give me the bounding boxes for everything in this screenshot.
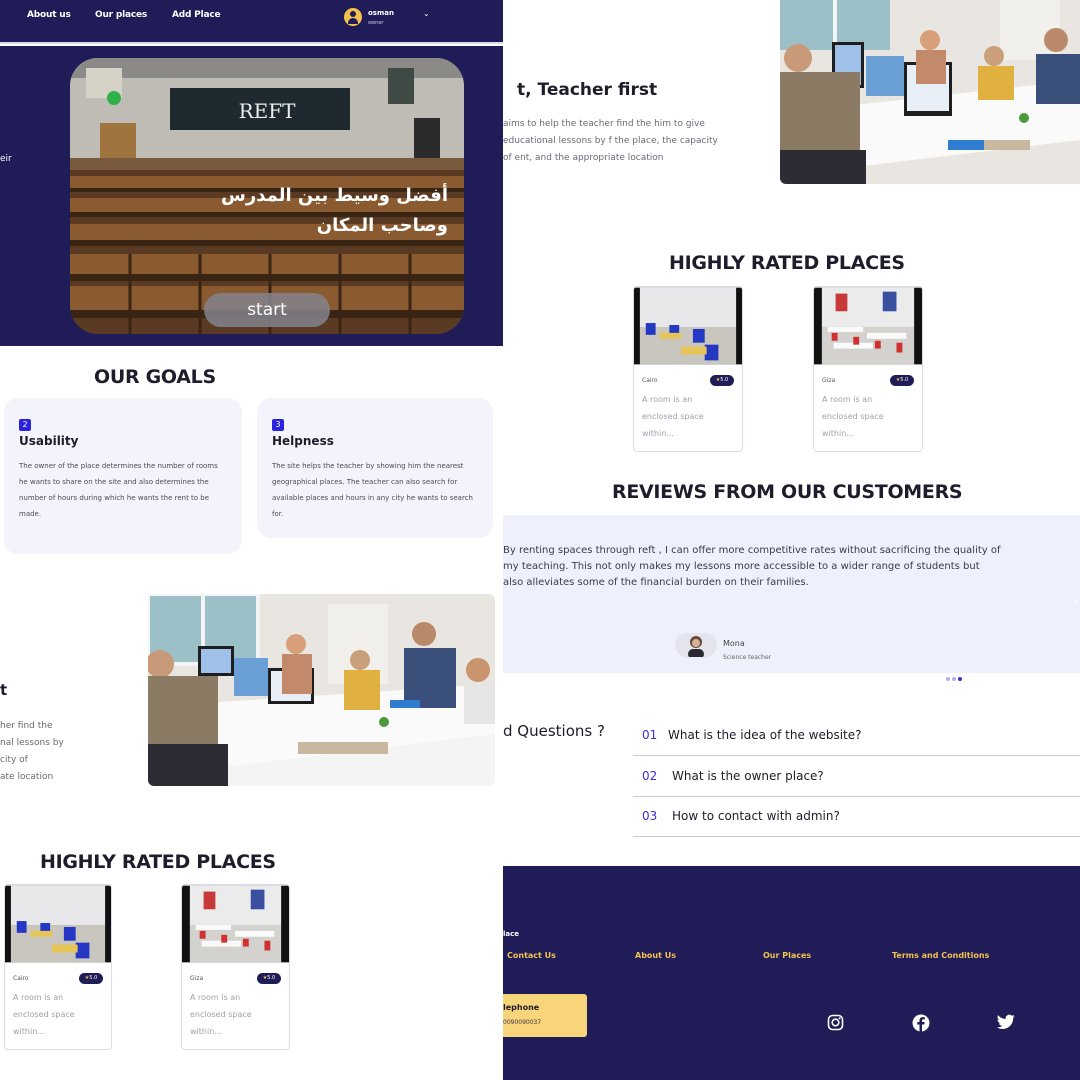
- footer-link-contact-us[interactable]: Contact Us: [507, 951, 556, 960]
- place-description: A room is an enclosed space within...: [13, 993, 75, 1036]
- carousel-dot-active[interactable]: [958, 677, 962, 681]
- place-card-cairo[interactable]: Cairo ★5.0 A room is an enclosed space w…: [633, 286, 743, 452]
- place-photo: [5, 885, 111, 963]
- top-navbar: About us Our places Add Place osman owne…: [0, 0, 503, 44]
- feature-text-fragment: her find the nal lessons by city of ate …: [0, 718, 64, 786]
- goal-number-badge: 3: [272, 419, 284, 431]
- goals-title: OUR GOALS: [94, 366, 216, 388]
- place-city: Giza: [822, 377, 836, 384]
- chevron-right-icon[interactable]: ›: [1073, 595, 1078, 609]
- left-screenshot-panel: About us Our places Add Place osman owne…: [0, 0, 503, 1080]
- place-photo: [814, 287, 922, 365]
- reviews-carousel: By renting spaces through reft , I can o…: [503, 515, 1080, 681]
- rating-value: 5.0: [89, 975, 98, 981]
- goal-description: The site helps the teacher by showing hi…: [272, 462, 473, 518]
- feature-line: her find the: [0, 721, 53, 731]
- carousel-dot[interactable]: [952, 677, 956, 681]
- places-title: HIGHLY RATED PLACES: [669, 252, 905, 274]
- place-description: A room is an enclosed space within...: [822, 395, 884, 438]
- classroom-photo: [780, 0, 1080, 184]
- classroom-illustration: [780, 0, 1080, 184]
- review-quote: By renting spaces through reft , I can o…: [503, 545, 1001, 588]
- rating-value: 5.0: [900, 377, 909, 383]
- faq-item[interactable]: 03 How to contact with admin?: [633, 797, 1080, 837]
- places-title: HIGHLY RATED PLACES: [40, 851, 276, 873]
- user-avatar-icon[interactable]: [344, 8, 362, 26]
- goal-description: The owner of the place determines the nu…: [19, 462, 218, 518]
- goal-card-helpness: 3 Helpness The site helps the teacher by…: [257, 398, 493, 538]
- reviewer-role: Science teacher: [723, 654, 772, 661]
- place-city: Cairo: [642, 377, 658, 384]
- goal-number-badge: 2: [19, 419, 31, 431]
- nav-user-role: owner: [368, 20, 384, 26]
- rating-badge: ★5.0: [79, 973, 103, 984]
- faq-question[interactable]: What is the owner place?: [672, 769, 824, 783]
- goal-card-usability: 2 Usability The owner of the place deter…: [4, 398, 242, 554]
- classroom-illustration: [148, 594, 495, 786]
- rating-value: 5.0: [267, 975, 276, 981]
- faq-item[interactable]: 01 What is the idea of the website?: [633, 716, 1080, 756]
- chevron-down-icon[interactable]: ⌄: [423, 9, 430, 18]
- nav-link-about-us[interactable]: About us: [27, 10, 71, 20]
- phone-number: 0090090037: [503, 1019, 542, 1026]
- place-city: Giza: [190, 975, 204, 982]
- right-screenshot-panel: t, Teacher first aims to help the teache…: [503, 0, 1080, 1080]
- intro-heading: t, Teacher first: [517, 80, 658, 100]
- place-description: A room is an enclosed space within...: [190, 993, 252, 1036]
- feature-heading-fragment: t: [0, 681, 8, 699]
- reviewer-name: Mona: [723, 639, 745, 648]
- classroom-photo: [148, 594, 495, 786]
- nav-link-add-place[interactable]: Add Place: [172, 10, 221, 20]
- goal-title: Helpness: [272, 434, 334, 448]
- footer-link-about-us[interactable]: About Us: [635, 951, 676, 960]
- twitter-icon[interactable]: [997, 1014, 1015, 1030]
- rating-value: 5.0: [720, 377, 729, 383]
- feature-line: nal lessons by: [0, 738, 64, 748]
- reviewer-avatar: [675, 633, 717, 657]
- place-photo: [182, 885, 289, 963]
- faq-number: 01: [642, 728, 658, 742]
- rating-badge: ★5.0: [890, 375, 914, 386]
- hero-tagline-arabic: أفضل وسيط بين المدرس وصاحب المكان: [221, 185, 448, 236]
- carousel-dot[interactable]: [946, 677, 950, 681]
- hero-banner-text: REFT: [239, 99, 297, 123]
- instagram-icon[interactable]: [827, 1014, 844, 1031]
- faq-number: 02: [642, 769, 658, 783]
- place-card-giza[interactable]: Giza ★5.0 A room is an enclosed space wi…: [181, 884, 290, 1050]
- faq-item[interactable]: 02 What is the owner place?: [633, 757, 1080, 797]
- feature-line: ate location: [0, 772, 54, 782]
- hero-text-fragment: eir: [0, 154, 12, 164]
- rating-badge: ★5.0: [710, 375, 734, 386]
- place-photo: [634, 287, 742, 365]
- faq-number: 03: [642, 809, 658, 823]
- intro-text: aims to help the teacher find the him to…: [503, 119, 718, 163]
- goal-title: Usability: [19, 434, 79, 448]
- carousel-dots[interactable]: [946, 666, 964, 685]
- faq-question[interactable]: What is the idea of the website?: [668, 728, 862, 742]
- place-city: Cairo: [13, 975, 29, 982]
- footer-link-our-places[interactable]: Our Places: [763, 951, 811, 960]
- hero-section: eir REFT أفضل وسيط بين المدرس وصاحب المك…: [0, 46, 503, 346]
- reviews-title: REVIEWS FROM OUR CUSTOMERS: [612, 481, 963, 503]
- facebook-icon[interactable]: [912, 1014, 930, 1032]
- nav-link-our-places[interactable]: Our places: [95, 10, 147, 20]
- nav-user-name[interactable]: osman: [368, 9, 394, 17]
- faq-question[interactable]: How to contact with admin?: [672, 809, 840, 823]
- footer-phone-box[interactable]: lephone 0090090037: [503, 994, 587, 1037]
- site-footer: lace Contact Us About Us Our Places Term…: [503, 866, 1080, 1080]
- rating-badge: ★5.0: [257, 973, 281, 984]
- place-description: A room is an enclosed space within...: [642, 395, 704, 438]
- hero-lecture-hall-image: REFT أفضل وسيط بين المدرس وصاحب المكان s…: [70, 58, 464, 334]
- start-button[interactable]: start: [204, 293, 330, 327]
- phone-label: lephone: [503, 1003, 540, 1012]
- reviewer-photo: [675, 633, 717, 657]
- footer-link-terms[interactable]: Terms and Conditions: [892, 951, 989, 960]
- place-card-cairo[interactable]: Cairo ★5.0 A room is an enclosed space w…: [4, 884, 112, 1050]
- faq-title: d Questions ?: [503, 722, 605, 740]
- feature-line: city of: [0, 755, 28, 765]
- place-card-giza[interactable]: Giza ★5.0 A room is an enclosed space wi…: [813, 286, 923, 452]
- footer-brand: lace: [503, 930, 520, 938]
